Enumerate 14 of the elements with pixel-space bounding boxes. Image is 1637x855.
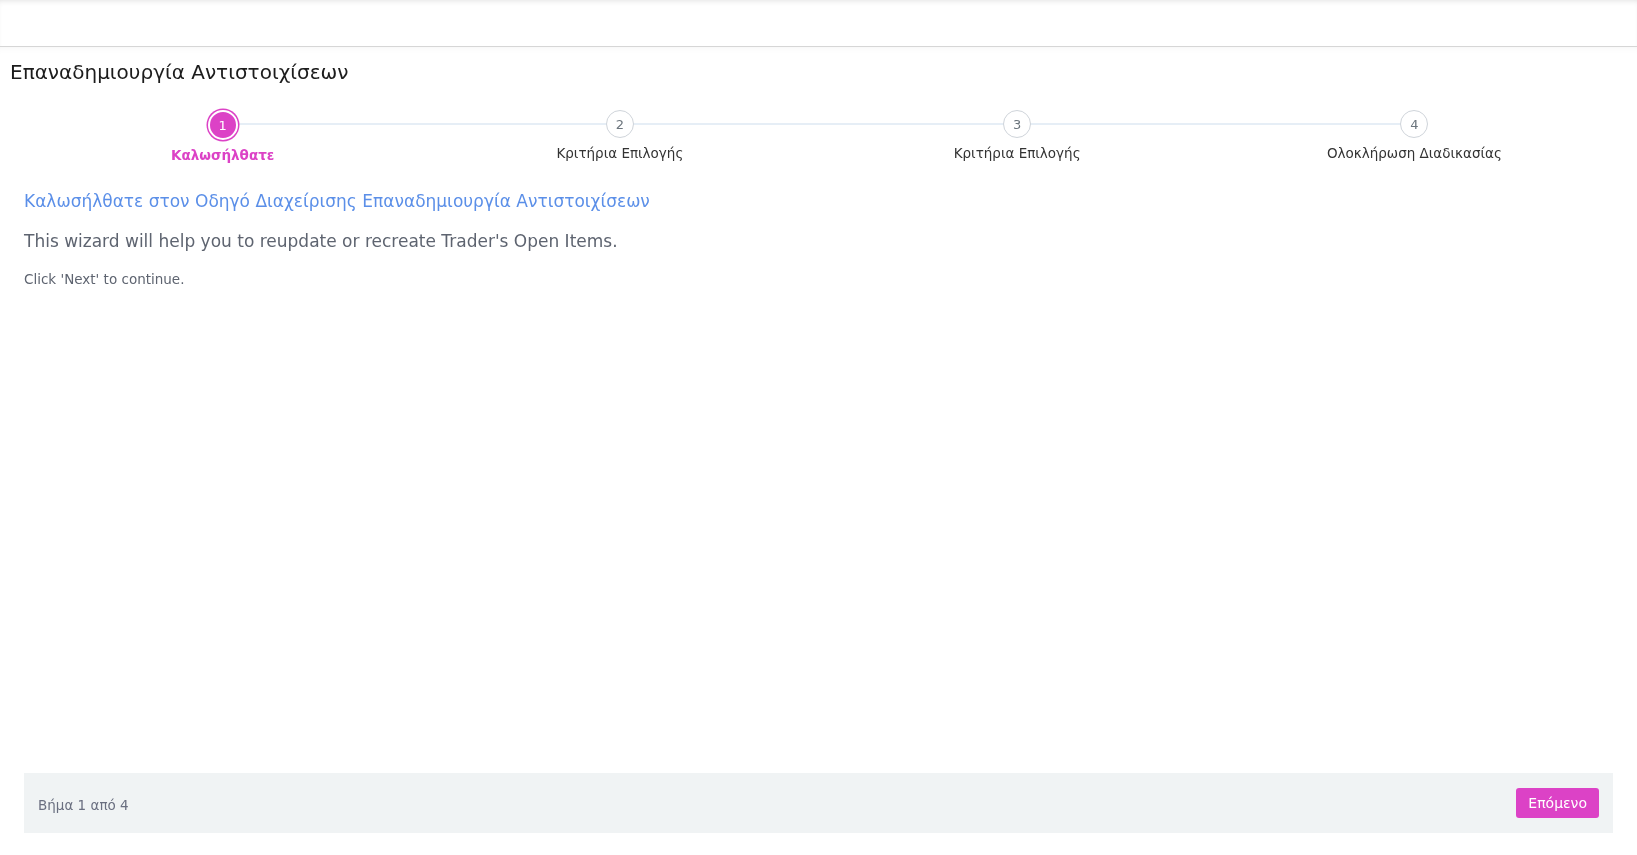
step-number[interactable]: 2: [605, 110, 634, 138]
step-label: Ολοκλήρωση Διαδικασίας: [1326, 145, 1502, 161]
step-label: Κριτήρια Επιλογής: [953, 145, 1081, 161]
next-button[interactable]: Επόμενο: [1516, 788, 1599, 818]
welcome-heading: Καλωσήλθατε στον Οδηγό Διαχείρισης Επαναδημιουργία Αντιστοιχίσεων: [24, 191, 651, 211]
page-title: Επαναδημιουργία Αντιστοιχίσεων: [10, 60, 350, 84]
intro-text: This wizard will help you to reupdate or recreate Trader's Open Items.: [24, 231, 619, 251]
step-info: Βήμα 1 από 4: [38, 796, 129, 813]
hint-text: Click 'Next' to continue.: [24, 271, 186, 287]
step-label: Κριτήρια Επιλογής: [556, 145, 684, 161]
step-label: Καλωσήλθατε: [170, 147, 275, 163]
step-number[interactable]: 4: [1400, 110, 1429, 138]
step-number[interactable]: 3: [1003, 110, 1032, 138]
step-number[interactable]: 1: [207, 110, 238, 140]
